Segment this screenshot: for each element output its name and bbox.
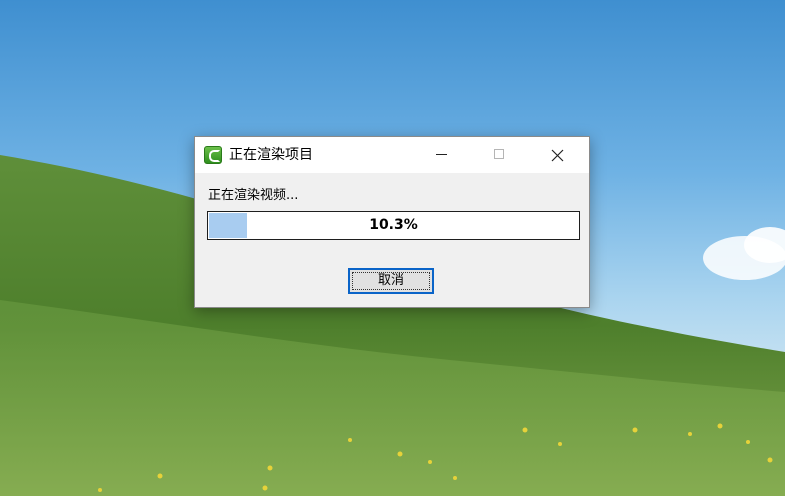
minimize-icon[interactable]	[413, 137, 471, 173]
dialog-title: 正在渲染项目	[229, 147, 313, 163]
title-bar[interactable]: 正在渲染项目	[195, 137, 589, 173]
progress-percent-label: 10.3%	[369, 217, 418, 233]
render-progress-dialog: 正在渲染项目 正在渲染视频... 10.3% 取消	[194, 136, 590, 308]
render-status-text: 正在渲染视频...	[208, 188, 299, 203]
camtasia-app-icon	[204, 146, 222, 164]
render-progress-bar: 10.3%	[207, 211, 580, 240]
focus-rectangle	[352, 272, 430, 290]
maximize-icon	[471, 137, 529, 173]
cancel-button[interactable]: 取消	[348, 268, 434, 294]
close-icon[interactable]	[529, 137, 587, 173]
